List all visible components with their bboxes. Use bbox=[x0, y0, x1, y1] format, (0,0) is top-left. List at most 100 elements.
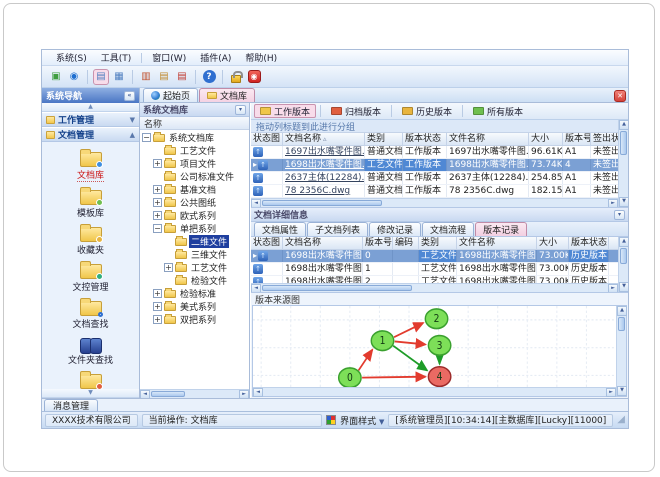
tree-item[interactable]: + 公共图纸 bbox=[140, 196, 249, 209]
scrollbar-thumb[interactable] bbox=[620, 248, 627, 264]
version-graph-canvas[interactable]: 0 1 2 3 4 bbox=[253, 306, 616, 387]
graph-vertical-scrollbar[interactable]: ▲ ▼ bbox=[616, 306, 627, 396]
scroll-down-icon[interactable]: ▼ bbox=[619, 197, 628, 207]
tree-item[interactable]: + 项目文件 bbox=[140, 157, 249, 170]
version-node[interactable]: 4 bbox=[427, 365, 452, 387]
doc-table-vertical-scrollbar[interactable]: ▲ ▼ bbox=[618, 120, 628, 207]
globe-icon[interactable]: ◉ bbox=[66, 69, 82, 85]
collapse-icon[interactable]: − bbox=[142, 133, 151, 142]
nav-options-icon[interactable]: « bbox=[124, 90, 135, 101]
tree-item[interactable]: − 单把系列 bbox=[140, 222, 249, 235]
expand-icon[interactable]: + bbox=[164, 263, 173, 272]
tree-item[interactable]: 二维文件 bbox=[140, 235, 249, 248]
sidebar-item[interactable]: 签出的文档 bbox=[46, 370, 136, 389]
table-row[interactable]: ▸↑1698出水嘴零件图.dwg工艺文件工作版本1698出水嘴零件图.dwg73… bbox=[251, 159, 618, 172]
scrollbar-thumb[interactable] bbox=[262, 200, 382, 206]
column-header[interactable]: 文档名称 ▵ bbox=[283, 133, 365, 145]
tab-inactive[interactable]: 起始页 bbox=[143, 88, 199, 102]
menu-item[interactable]: 系统(S) bbox=[50, 50, 93, 65]
expand-icon[interactable]: + bbox=[153, 185, 162, 194]
expand-icon[interactable]: + bbox=[153, 198, 162, 207]
tree-item[interactable]: + 工艺文件 bbox=[140, 261, 249, 274]
table-row[interactable]: ▸↑1698出水嘴零件图.dwg0工艺文件1698出水嘴零件图.dwg73.00… bbox=[251, 250, 618, 263]
doc-table-horizontal-scrollbar[interactable]: ◄ ► bbox=[251, 198, 618, 207]
column-header[interactable]: 状态图 bbox=[251, 237, 283, 249]
scroll-up-icon[interactable]: ▲ bbox=[619, 237, 628, 247]
tree-column-header[interactable]: 名称 bbox=[140, 117, 249, 130]
collapse-icon[interactable]: − bbox=[153, 224, 162, 233]
all-version-button[interactable]: 所有版本 bbox=[467, 104, 529, 118]
scroll-up-icon[interactable]: ▲ bbox=[617, 306, 627, 316]
column-header[interactable]: 大小 bbox=[529, 133, 563, 145]
tree-item[interactable]: 工艺文件 bbox=[140, 144, 249, 157]
scrollbar-thumb[interactable] bbox=[151, 391, 185, 397]
nav-group-expanded[interactable]: 文档管理 ▲ bbox=[42, 127, 139, 142]
sidebar-item[interactable]: 模板库 bbox=[46, 186, 136, 219]
scroll-right-icon[interactable]: ► bbox=[608, 199, 618, 207]
archive-version-button[interactable]: 归档版本 bbox=[325, 104, 387, 118]
tree-item[interactable]: 检验文件 bbox=[140, 274, 249, 287]
new-window-icon[interactable]: ▤ bbox=[93, 68, 109, 85]
menu-item[interactable]: 工具(T) bbox=[95, 50, 138, 65]
window-list-icon[interactable]: ▦ bbox=[111, 69, 127, 85]
tree-item[interactable]: + 美式系列 bbox=[140, 300, 249, 313]
collapse-up-handle[interactable]: ▲ bbox=[42, 103, 139, 112]
details-tab[interactable]: 版本记录 bbox=[475, 222, 528, 236]
table-row[interactable]: ↑2637主体(12284).dwg普通文档工作版本2637主体(12284).… bbox=[251, 172, 618, 185]
table-row[interactable]: ↑1698出水嘴零件图.dwg2工艺文件1698出水嘴零件图.dwg73.00K… bbox=[251, 276, 618, 283]
document-link[interactable]: 2637主体(12284).dwg bbox=[285, 173, 364, 183]
scroll-left-icon[interactable]: ◄ bbox=[251, 199, 261, 207]
tree-item[interactable]: + 双把系列 bbox=[140, 313, 249, 326]
report-window-icon[interactable]: ▤ bbox=[156, 69, 172, 85]
tree-item[interactable]: + 基准文档 bbox=[140, 183, 249, 196]
column-header[interactable]: 文件名称 bbox=[457, 237, 537, 249]
tree-item[interactable]: + 欧式系列 bbox=[140, 209, 249, 222]
details-tab[interactable]: 文档属性 bbox=[254, 222, 307, 236]
table-row[interactable]: ↑78 2356C.dwg普通文档工作版本78 2356C.dwg182.15K… bbox=[251, 185, 618, 198]
column-header[interactable]: 版本号 bbox=[363, 237, 393, 249]
nav-group-collapsed[interactable]: 工作管理 ▼ bbox=[42, 112, 139, 127]
version-table-vertical-scrollbar[interactable]: ▲ ▼ bbox=[618, 237, 628, 292]
column-header[interactable]: 签出状态 bbox=[591, 133, 618, 145]
sidebar-item[interactable]: 文控管理 bbox=[46, 260, 136, 293]
message-management-tab[interactable]: 消息管理 bbox=[44, 399, 99, 412]
resize-grip[interactable]: ◢ bbox=[617, 415, 625, 425]
details-tab[interactable]: 修改记录 bbox=[369, 222, 422, 236]
scrollbar-thumb[interactable] bbox=[618, 317, 625, 331]
version-node[interactable]: 1 bbox=[370, 330, 395, 352]
document-link[interactable]: 1697出水嘴零件图.dwg bbox=[285, 147, 364, 157]
tree-item[interactable]: 三维文件 bbox=[140, 248, 249, 261]
tree-item[interactable]: 公司标准文件 bbox=[140, 170, 249, 183]
expand-icon[interactable]: + bbox=[153, 211, 162, 220]
column-header[interactable]: 类别 bbox=[419, 237, 457, 249]
version-node[interactable]: 0 bbox=[337, 367, 362, 387]
column-header[interactable]: 文档名称 bbox=[283, 237, 363, 249]
scroll-right-icon[interactable]: ► bbox=[606, 388, 616, 397]
scroll-left-icon[interactable]: ◄ bbox=[253, 388, 263, 397]
version-table-horizontal-scrollbar[interactable]: ◄ ► bbox=[251, 283, 618, 292]
pin-icon[interactable]: ▾ bbox=[614, 209, 625, 220]
sidebar-item[interactable]: 文件夹查找 bbox=[46, 334, 136, 366]
help-icon[interactable]: ? bbox=[201, 69, 217, 85]
scroll-up-icon[interactable]: ▲ bbox=[619, 120, 628, 130]
column-header[interactable]: 编码 bbox=[393, 237, 419, 249]
expand-icon[interactable]: + bbox=[153, 289, 162, 298]
menu-item[interactable]: 帮助(H) bbox=[239, 50, 283, 65]
work-version-button[interactable]: 工作版本 bbox=[254, 104, 317, 118]
history-version-button[interactable]: 历史版本 bbox=[396, 104, 458, 118]
close-tab-button[interactable]: ✕ bbox=[614, 90, 626, 102]
graph-horizontal-scrollbar[interactable]: ◄ ► bbox=[253, 387, 616, 397]
interface-style-dropdown[interactable]: 界面样式 ▼ bbox=[340, 414, 384, 427]
sidebar-item[interactable]: 文档库 bbox=[46, 148, 136, 182]
document-link[interactable]: 78 2356C.dwg bbox=[285, 186, 350, 196]
column-header[interactable]: 版本状态 bbox=[403, 133, 447, 145]
sidebar-item[interactable]: 文档查找 bbox=[46, 297, 136, 330]
document-link[interactable]: 1698出水嘴零件图.dwg bbox=[285, 160, 364, 170]
expand-icon[interactable]: + bbox=[153, 315, 162, 324]
details-tab[interactable]: 文档流程 bbox=[422, 222, 475, 236]
tree-item[interactable]: − 系统文档库 bbox=[140, 131, 249, 144]
close-window-icon[interactable]: ▤ bbox=[174, 69, 190, 85]
sidebar-item[interactable]: 收藏夹 bbox=[46, 223, 136, 256]
interface-style-icon[interactable]: ▣ bbox=[48, 69, 64, 85]
version-node[interactable]: 3 bbox=[427, 334, 452, 356]
